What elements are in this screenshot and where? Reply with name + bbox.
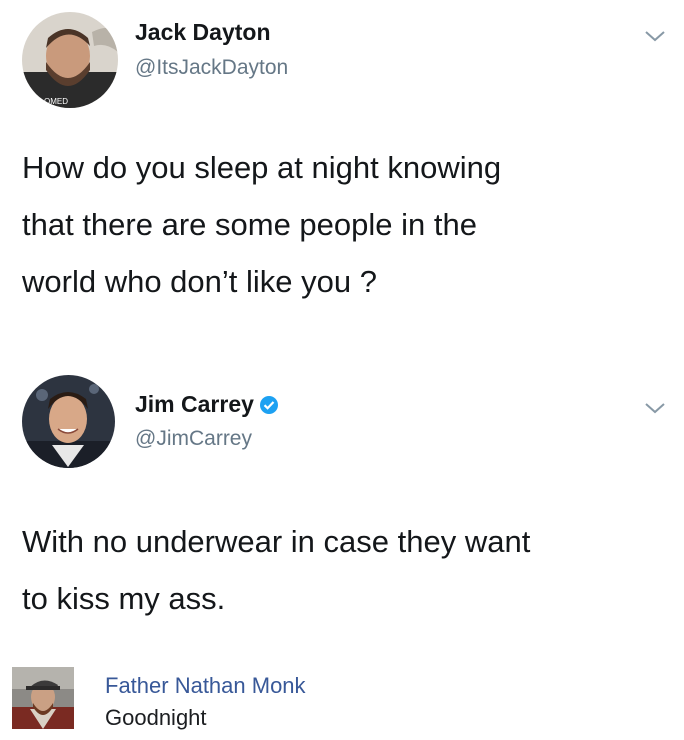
tweet-text-line: that there are some people in the: [22, 207, 477, 242]
chevron-down-icon[interactable]: [643, 28, 667, 44]
tweet-text-line: world who don’t like you ?: [22, 264, 377, 299]
comment: Father Nathan Monk Goodnight: [0, 655, 684, 740]
tweet-text-line: to kiss my ass.: [22, 581, 226, 616]
user-handle[interactable]: @ItsJackDayton: [135, 56, 288, 80]
avatar-jack-dayton[interactable]: OMED: [22, 12, 118, 108]
avatar-jim-carrey[interactable]: [22, 375, 115, 468]
tweet-text: With no underwear in case they want to k…: [22, 513, 530, 627]
tweet-text: How do you sleep at night knowing that t…: [22, 139, 501, 310]
chevron-down-icon[interactable]: [643, 400, 667, 416]
tweet-jack-dayton: OMED Jack Dayton @ItsJackDayton How do y…: [0, 0, 684, 345]
avatar-father-nathan-monk[interactable]: [12, 667, 74, 729]
svg-text:OMED: OMED: [44, 97, 68, 106]
verified-badge-icon: [259, 396, 278, 414]
tweet-text-line: How do you sleep at night knowing: [22, 150, 502, 185]
user-handle[interactable]: @JimCarrey: [135, 427, 252, 451]
display-name-text: Jim Carrey: [135, 391, 254, 417]
display-name[interactable]: Jim Carrey: [135, 391, 279, 418]
tweet-text-line: With no underwear in case they want: [22, 524, 531, 559]
comment-text: Goodnight: [105, 705, 207, 730]
tweet-jim-carrey: Jim Carrey @JimCarrey With no underwear …: [0, 360, 684, 645]
comment-author-link[interactable]: Father Nathan Monk: [105, 673, 306, 699]
display-name[interactable]: Jack Dayton: [135, 19, 271, 46]
